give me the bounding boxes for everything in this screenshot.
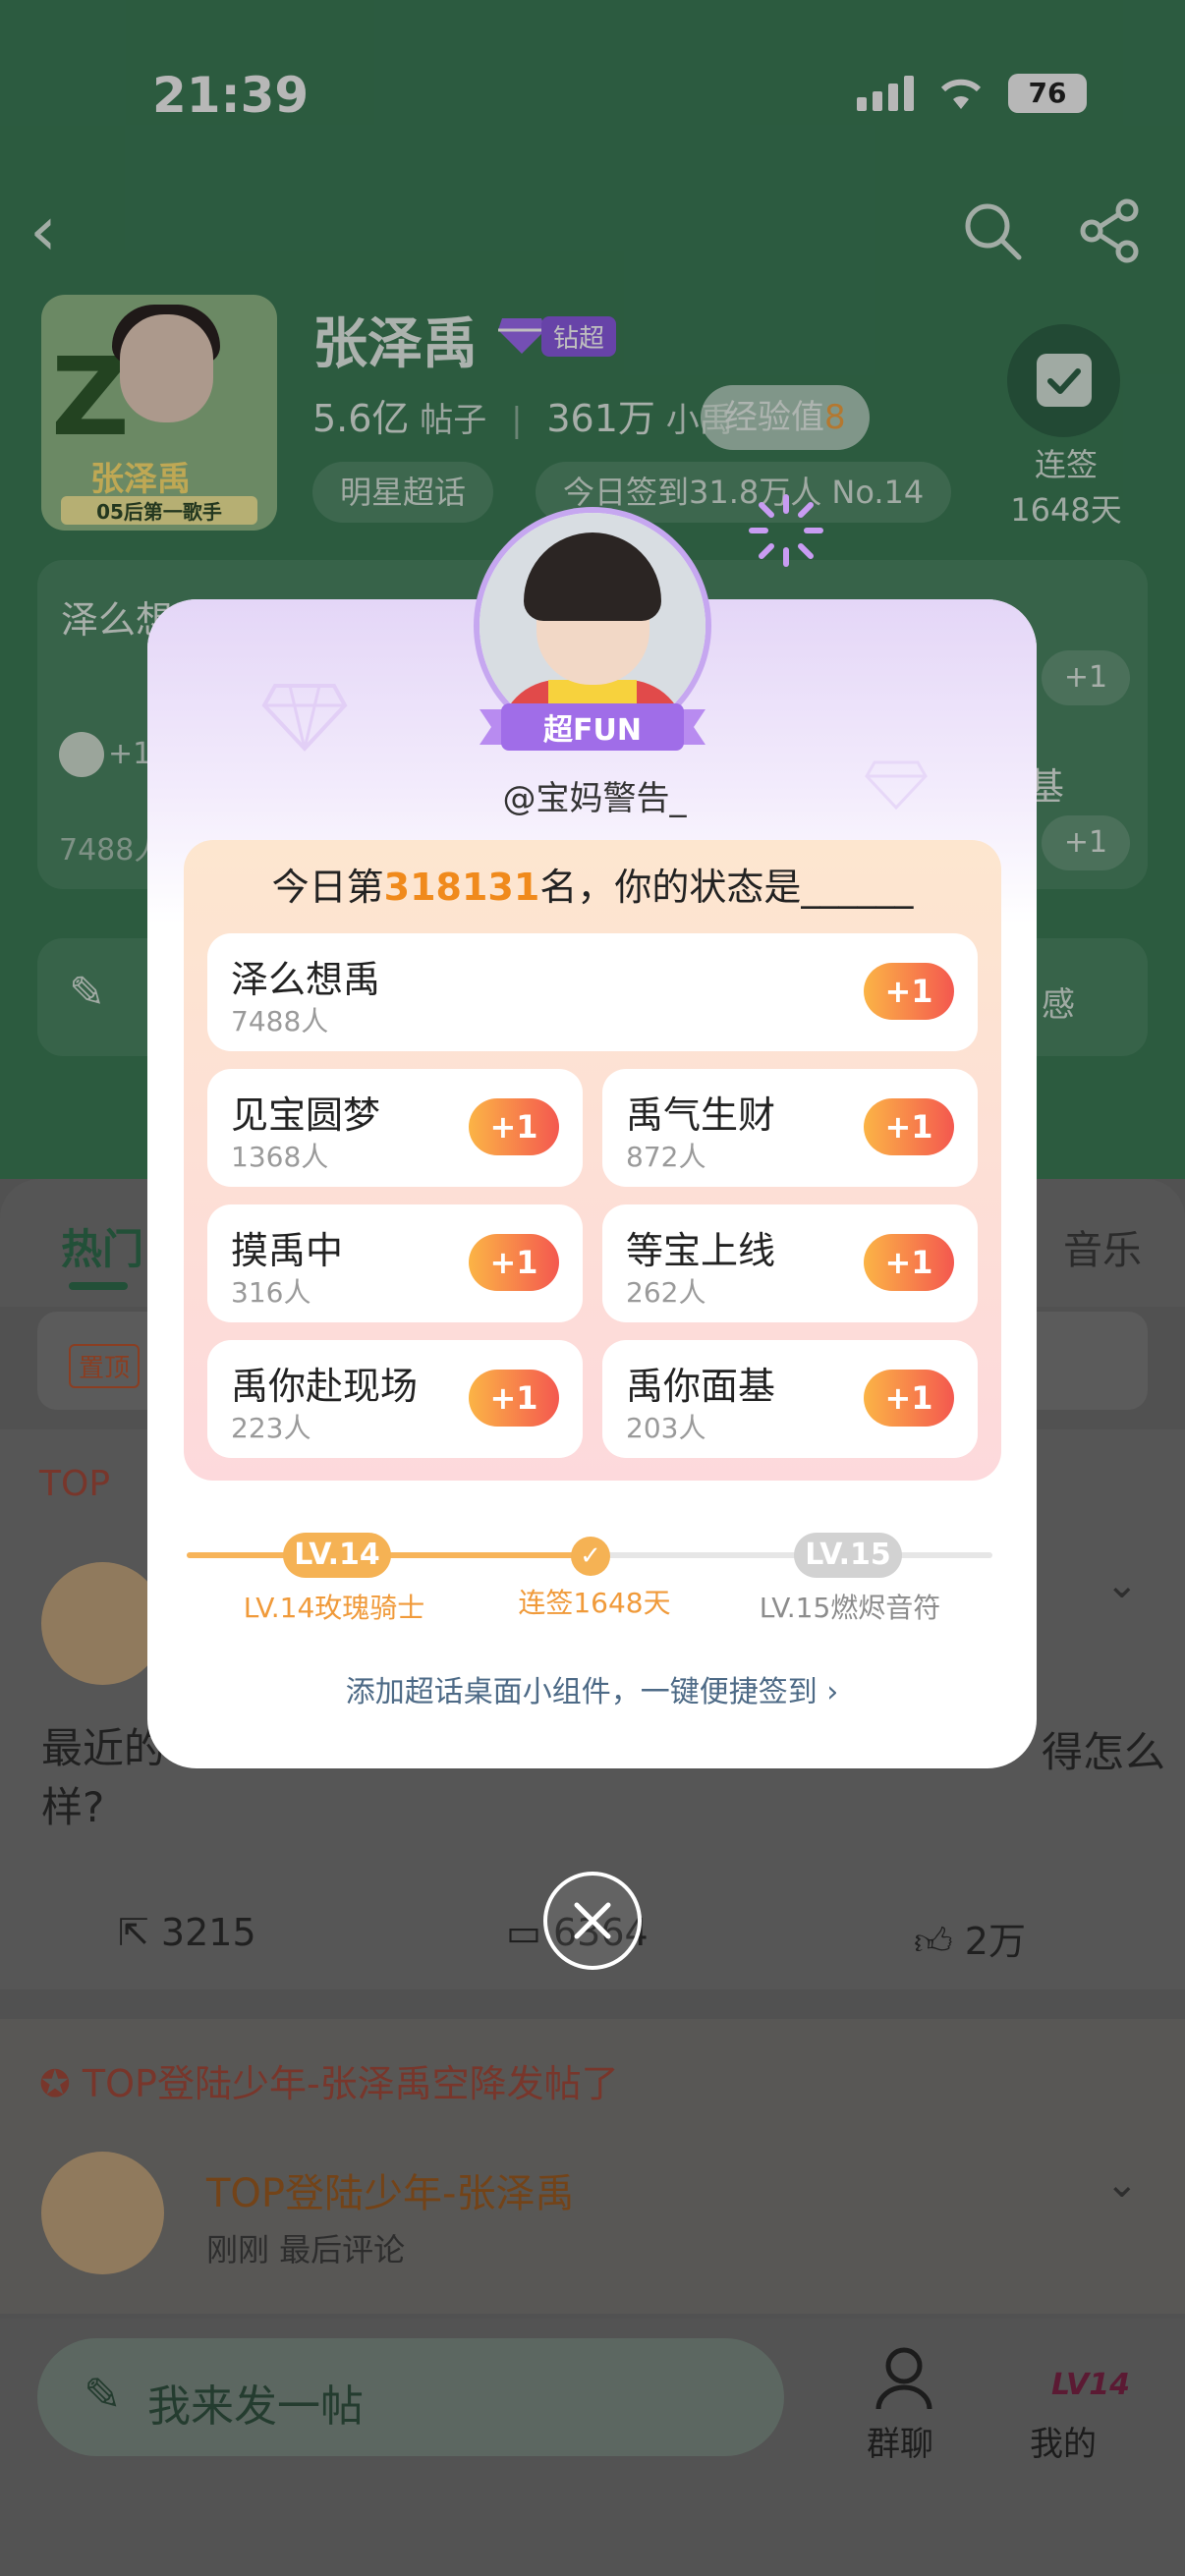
- current-level-name: LV.14玫瑰骑士: [243, 1592, 425, 1624]
- next-level-name: LV.15燃烬音符: [759, 1592, 941, 1624]
- rank-suffix: 名，你的状态是______: [539, 866, 914, 909]
- status-option-count: 1368人: [231, 1141, 329, 1173]
- streak-label: 连签1648天: [518, 1587, 671, 1619]
- status-option-name: 摸禹中: [231, 1229, 344, 1272]
- status-option-count: 262人: [626, 1276, 706, 1309]
- status-option-count: 872人: [626, 1141, 706, 1173]
- sparkle-icon: [749, 494, 823, 567]
- status-option[interactable]: 摸禹中 316人 +1: [207, 1204, 583, 1322]
- status-option-count: 316人: [231, 1276, 311, 1309]
- status-option-name: 泽么想禹: [231, 958, 381, 1001]
- plus-one-button[interactable]: +1: [864, 963, 954, 1020]
- plus-one-button[interactable]: +1: [469, 1234, 559, 1291]
- plus-one-button[interactable]: +1: [864, 1370, 954, 1427]
- status-option-count: 203人: [626, 1412, 706, 1444]
- plus-one-button[interactable]: +1: [864, 1098, 954, 1155]
- status-option-name: 等宝上线: [626, 1229, 776, 1272]
- fun-ribbon-label: 超FUN: [543, 713, 642, 748]
- plus-one-button[interactable]: +1: [469, 1098, 559, 1155]
- rank-number: 318131: [383, 866, 540, 909]
- plus-one-button[interactable]: +1: [864, 1234, 954, 1291]
- status-option-count: 223人: [231, 1412, 311, 1444]
- next-level-pill: LV.15: [794, 1533, 902, 1578]
- close-icon: [574, 1902, 611, 1939]
- add-widget-link[interactable]: 添加超话桌面小组件，一键便捷签到 ›: [147, 1667, 1037, 1710]
- current-level-pill: LV.14: [283, 1533, 391, 1578]
- user-handle: @宝妈警告_: [502, 779, 687, 818]
- rank-title: 今日第318131名，你的状态是______: [184, 857, 1001, 911]
- plus-one-button[interactable]: +1: [469, 1370, 559, 1427]
- check-icon: ✓: [571, 1537, 610, 1576]
- status-option[interactable]: 禹你赴现场 223人 +1: [207, 1340, 583, 1458]
- status-option-name: 见宝圆梦: [231, 1093, 381, 1137]
- status-option[interactable]: 等宝上线 262人 +1: [602, 1204, 978, 1322]
- diamond-icon: [865, 760, 928, 811]
- diamond-icon: [261, 684, 348, 752]
- close-button[interactable]: [543, 1872, 642, 1970]
- status-option[interactable]: 禹气生财 872人 +1: [602, 1069, 978, 1187]
- status-option[interactable]: 泽么想禹 7488人 +1: [207, 933, 978, 1051]
- status-option-name: 禹你面基: [626, 1365, 776, 1408]
- status-option-count: 7488人: [231, 1005, 329, 1037]
- status-option-name: 禹气生财: [626, 1093, 776, 1137]
- status-option-name: 禹你赴现场: [231, 1365, 419, 1408]
- status-option[interactable]: 见宝圆梦 1368人 +1: [207, 1069, 583, 1187]
- status-option[interactable]: 禹你面基 203人 +1: [602, 1340, 978, 1458]
- rank-prefix: 今日第: [271, 866, 384, 909]
